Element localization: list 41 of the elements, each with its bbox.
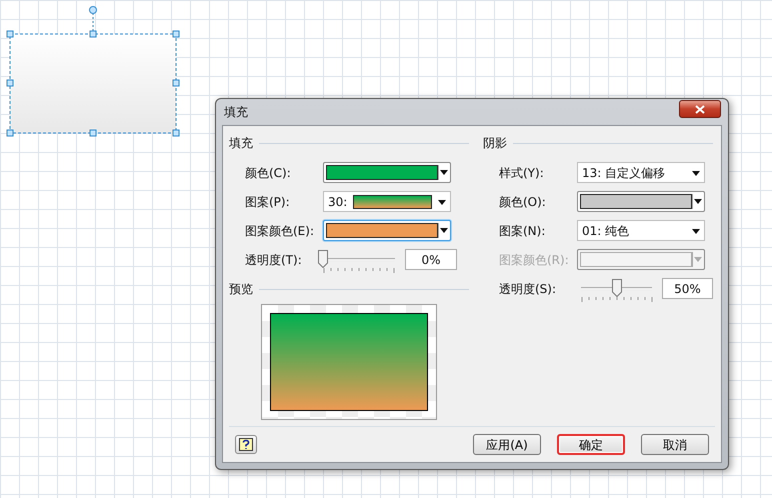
caret-icon [692,228,700,234]
tick-marks [323,268,395,272]
color-dropdown[interactable] [577,191,705,212]
section-heading: 预览 [229,281,253,298]
dropdown-value: 30: [328,194,348,210]
percent-field[interactable]: 50% [662,278,713,299]
field-label: 透明度(T): [245,252,303,268]
help-button[interactable] [235,435,257,454]
close-button[interactable] [679,100,721,118]
section-heading: 阴影 [483,135,507,152]
dropdown-value: 01: 纯色 [582,222,630,240]
dialog-button[interactable]: 确定 [557,434,625,455]
window-title: 填充 [224,104,248,121]
percent-field[interactable]: 0% [405,249,457,270]
caret-icon [692,170,700,176]
slider-thumb[interactable] [318,250,328,268]
caret-icon [440,170,448,175]
color-dropdown[interactable] [323,220,451,241]
field-label: 样式(Y): [499,164,545,182]
field-label: 颜色(O): [499,194,547,210]
dialog-button[interactable]: 应用(A) [473,434,541,455]
field-label: 图案(P): [245,194,291,210]
field-label: 图案颜色(E): [245,222,315,240]
caret-icon [694,199,702,204]
dropdown-value: 13: 自定义偏移 [582,164,666,182]
help-icon [239,438,253,452]
field-label: 颜色(C): [245,164,292,182]
dropdown[interactable]: 13: 自定义偏移 [577,162,705,183]
field-label: 图案(N): [499,222,546,240]
caret-icon [694,257,702,262]
color-dropdown[interactable] [323,162,451,183]
dialog-button[interactable]: 取消 [641,434,709,455]
dropdown[interactable]: 01: 纯色 [577,220,705,241]
close-icon [695,104,705,114]
caret-icon [440,228,448,233]
field-label: 图案颜色(R): [499,252,570,268]
caret-icon [438,200,446,205]
field-label: 透明度(S): [499,280,558,298]
pattern-dropdown[interactable]: 30: [323,191,451,212]
section-heading: 填充 [229,135,253,152]
slider-thumb[interactable] [612,278,622,296]
